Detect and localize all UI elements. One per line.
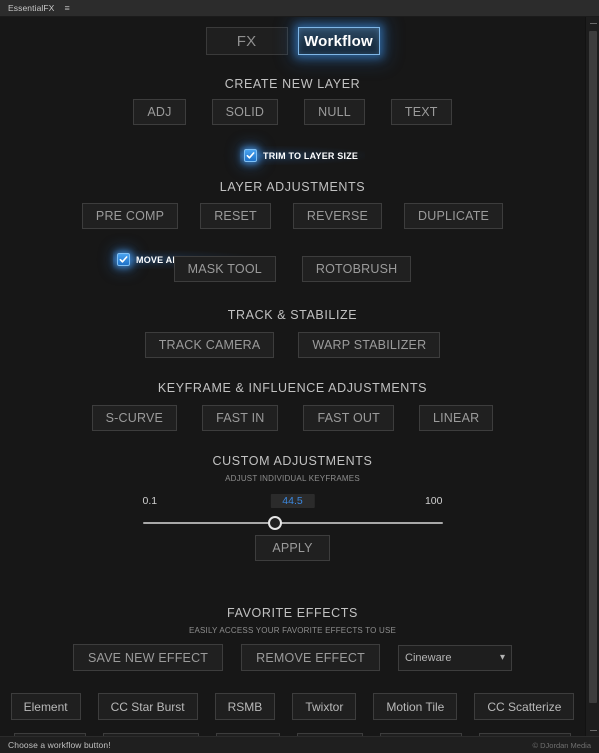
slider-max-label: 100: [424, 495, 443, 507]
scroll-down-icon[interactable]: [586, 724, 599, 736]
section-title-create-new-layer: CREATE NEW LAYER: [224, 77, 361, 91]
checkmark-icon[interactable]: [244, 149, 257, 162]
remove-effect-button[interactable]: REMOVE EFFECT: [241, 644, 380, 671]
panel-title: EssentialFX: [8, 3, 55, 13]
status-message: Choose a workflow button!: [8, 740, 111, 750]
slider-current-value[interactable]: 44.5: [270, 494, 315, 508]
panel-content: FX Workflow CREATE NEW LAYER ADJ SOLID N…: [0, 17, 599, 736]
favorite-effect-button-row: Element CC Star Burst RSMB Twixtor Motio…: [0, 693, 585, 720]
panel-titlebar: EssentialFX ≡: [0, 0, 599, 17]
fast-in-button[interactable]: FAST IN: [202, 405, 279, 431]
pre-comp-button[interactable]: PRE COMP: [81, 203, 179, 229]
slider-min-label: 0.1: [142, 495, 158, 507]
section-subtitle-custom-adjustments: ADJUST INDIVIDUAL KEYFRAMES: [225, 474, 360, 483]
custom-adjustment-slider: 0.1 44.5 100: [0, 494, 585, 530]
mask-tool-button[interactable]: MASK TOOL: [173, 256, 276, 282]
effect-button-element[interactable]: Element: [10, 693, 81, 720]
section-title-layer-adjustments: LAYER ADJUSTMENTS: [219, 180, 366, 194]
track-camera-button[interactable]: TRACK CAMERA: [144, 332, 275, 358]
effect-button-motion-tile[interactable]: Motion Tile: [373, 693, 458, 720]
section-title-custom-adjustments: CUSTOM ADJUSTMENTS: [212, 454, 373, 468]
save-new-effect-button[interactable]: SAVE NEW EFFECT: [73, 644, 224, 671]
solid-button[interactable]: SOLID: [211, 99, 279, 125]
vertical-scrollbar[interactable]: [585, 17, 599, 736]
text-button[interactable]: TEXT: [390, 99, 452, 125]
tab-bar: FX Workflow: [0, 27, 585, 55]
s-curve-button[interactable]: S-CURVE: [91, 405, 178, 431]
reset-button[interactable]: RESET: [200, 203, 271, 229]
apply-button[interactable]: APPLY: [255, 535, 330, 561]
layer-adjust-button-row-2: MASK TOOL ROTOBRUSH: [0, 256, 585, 282]
slider-value-labels: 0.1 44.5 100: [142, 494, 443, 511]
status-bar: Choose a workflow button! © DJordan Medi…: [0, 736, 599, 753]
hamburger-menu-icon[interactable]: ≡: [64, 3, 69, 13]
linear-button[interactable]: LINEAR: [418, 405, 494, 431]
effect-button-cc-star-burst[interactable]: CC Star Burst: [97, 693, 198, 720]
create-layer-button-row: ADJ SOLID NULL TEXT: [0, 99, 585, 125]
scroll-up-icon[interactable]: [586, 17, 599, 29]
slider-track[interactable]: [142, 522, 443, 524]
keyframe-button-row: S-CURVE FAST IN FAST OUT LINEAR: [0, 405, 585, 431]
section-title-keyframe-influence: KEYFRAME & INFLUENCE ADJUSTMENTS: [157, 381, 428, 395]
copyright-label: © DJordan Media: [532, 740, 591, 750]
warp-stabilizer-button[interactable]: WARP STABILIZER: [298, 332, 441, 358]
section-title-track-stabilize: TRACK & STABILIZE: [227, 308, 358, 322]
effect-button-cc-scatterize[interactable]: CC Scatterize: [474, 693, 575, 720]
tab-workflow[interactable]: Workflow: [297, 27, 380, 55]
null-button[interactable]: NULL: [304, 99, 365, 125]
scrollbar-thumb[interactable]: [589, 31, 597, 703]
slider-handle[interactable]: [267, 516, 282, 530]
duplicate-button[interactable]: DUPLICATE: [404, 203, 504, 229]
effect-button-rsmb[interactable]: RSMB: [214, 693, 276, 720]
section-subtitle-favorite-effects: EASILY ACCESS YOUR FAVORITE EFFECTS TO U…: [188, 626, 397, 635]
apply-button-row: APPLY: [0, 535, 585, 561]
fast-out-button[interactable]: FAST OUT: [303, 405, 394, 431]
trim-to-layer-size-checkbox-row[interactable]: TRIM TO LAYER SIZE: [240, 146, 366, 165]
section-title-favorite-effects: FAVORITE EFFECTS: [227, 606, 358, 620]
adj-button[interactable]: ADJ: [133, 99, 186, 125]
effect-preset-dropdown[interactable]: Cineware ▾: [398, 644, 512, 671]
rotobrush-button[interactable]: ROTOBRUSH: [301, 256, 412, 282]
trim-to-layer-size-label: TRIM TO LAYER SIZE: [263, 150, 359, 161]
favorite-effects-controls: SAVE NEW EFFECT REMOVE EFFECT Cineware ▾: [0, 644, 585, 671]
slider-track-area[interactable]: [142, 516, 443, 530]
layer-adjust-button-row-1: PRE COMP RESET REVERSE DUPLICATE: [0, 203, 585, 229]
essentialfx-panel: EssentialFX ≡ FX Workflow CREATE NEW LAY…: [0, 0, 599, 753]
chevron-down-icon[interactable]: ▾: [500, 652, 505, 663]
tab-fx[interactable]: FX: [205, 27, 288, 55]
reverse-button[interactable]: REVERSE: [292, 203, 383, 229]
track-stabilize-button-row: TRACK CAMERA WARP STABILIZER: [0, 332, 585, 358]
effect-button-twixtor[interactable]: Twixtor: [292, 693, 357, 720]
effect-preset-selected-value: Cineware: [405, 651, 452, 664]
